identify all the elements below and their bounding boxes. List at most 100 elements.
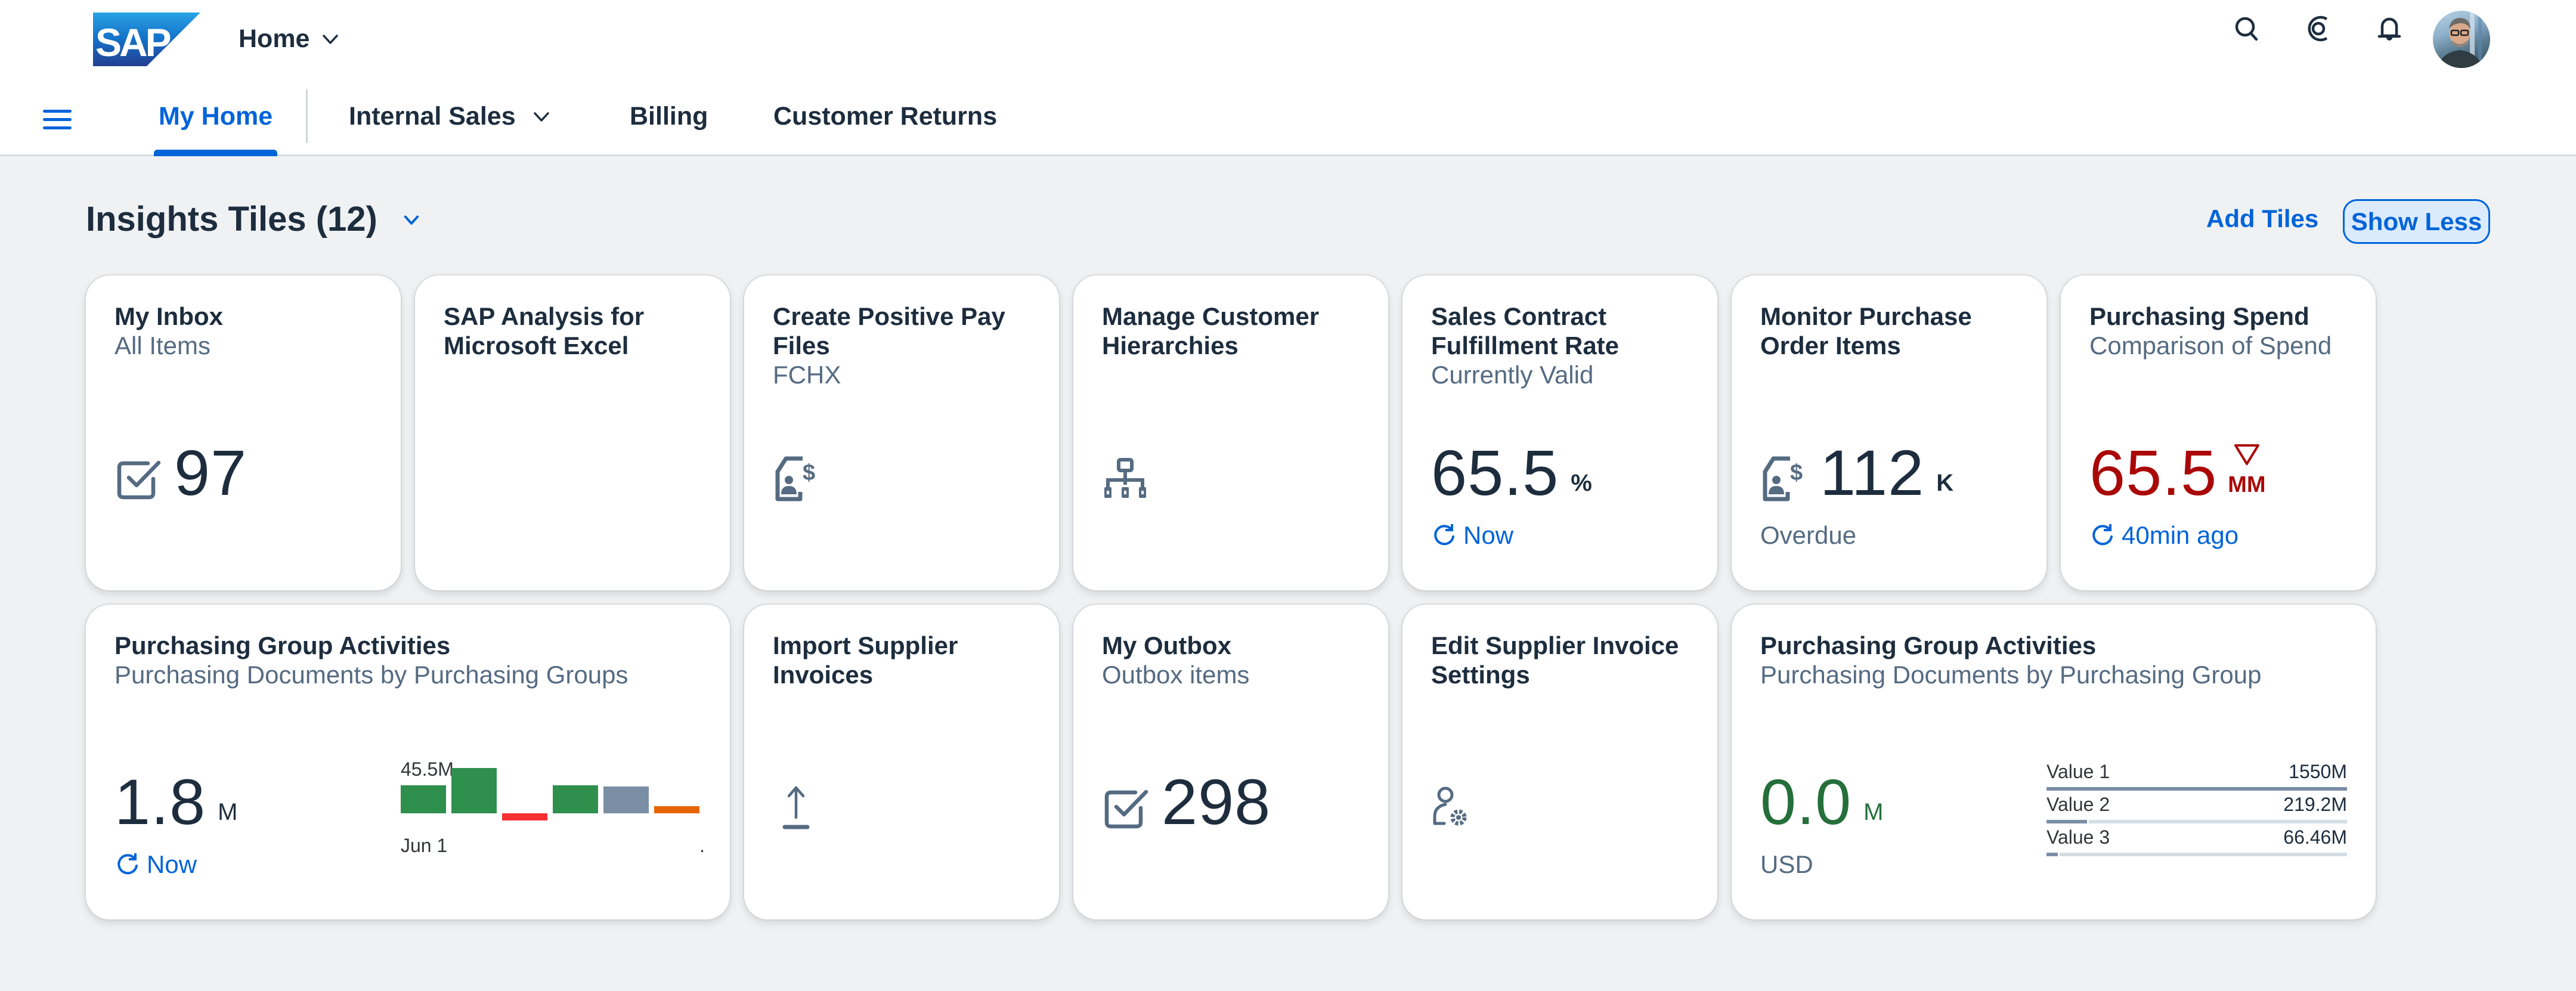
chevron-down-icon (323, 35, 339, 44)
tile-title: Purchasing Group Activities Purchasing D… (114, 631, 706, 689)
tile-kpi-value: 1.8 (114, 766, 206, 838)
tile-purchasing-group-activities-comparison[interactable]: Purchasing Group Activities Purchasing D… (1732, 605, 2376, 919)
tab-billing[interactable]: Billing (630, 95, 708, 137)
tile-title: Import Supplier Invoices (773, 631, 1035, 689)
tile-refresh[interactable]: Now (114, 850, 197, 879)
tile-content: 1.8 M (114, 769, 237, 834)
tile-title: Monitor Purchase Order Items (1760, 302, 2023, 360)
tile-subtitle: All Items (114, 332, 211, 360)
tile-import-supplier-invoices[interactable]: Import Supplier Invoices (744, 605, 1059, 919)
customer-payment-icon: $ (775, 456, 815, 501)
tile-footer-text: USD (1760, 850, 1813, 878)
tile-content (1431, 769, 1491, 834)
collapse-section-chevron-icon[interactable] (401, 209, 422, 230)
home-menu-label: Home (239, 24, 310, 53)
tile-title: My Outbox Outbox items (1102, 631, 1364, 689)
tile-my-outbox[interactable]: My Outbox Outbox items 298 (1073, 605, 1388, 919)
tile-kpi-value: 298 (1162, 766, 1271, 838)
section-header: Insights Tiles (12) (86, 199, 422, 239)
tile-title-text: Edit Supplier Invoice Settings (1431, 631, 1679, 689)
joule-icon (2308, 16, 2328, 42)
tile-content (773, 769, 832, 834)
tile-title-text: Purchasing Spend (2089, 302, 2309, 330)
user-settings-icon (1433, 786, 1467, 826)
tab-my-home[interactable]: My Home (159, 95, 273, 137)
navigation-menu-button[interactable] (39, 103, 75, 136)
tile-edit-supplier-invoice-settings[interactable]: Edit Supplier Invoice Settings (1402, 605, 1717, 919)
bell-icon (2377, 17, 2401, 41)
tile-purchasing-group-activities-chart[interactable]: Purchasing Group Activities Purchasing D… (86, 605, 730, 919)
tile-kpi-unit: M (218, 799, 238, 825)
show-less-button[interactable]: Show Less (2343, 199, 2490, 244)
chart-start-label: Jun 1 (401, 835, 448, 856)
comparison-micro-chart: Value 1 1550M Value 2 219.2M Value 3 66.… (2046, 761, 2347, 859)
chart-bar (451, 768, 497, 813)
sap-logo[interactable]: SAP (93, 13, 200, 66)
comparison-track (2046, 853, 2347, 856)
tile-sales-contract-fulfillment[interactable]: Sales Contract Fulfillment Rate Currentl… (1402, 275, 1717, 590)
search-button[interactable] (2229, 11, 2265, 47)
svg-text:$: $ (1790, 460, 1803, 485)
comparison-label: Value 2 (2046, 794, 2110, 815)
tile-title: Sales Contract Fulfillment Rate Currentl… (1431, 302, 1693, 389)
tile-footer-text: Overdue (1760, 521, 1857, 549)
comparison-bar (2046, 853, 2060, 856)
notifications-button[interactable] (2371, 11, 2407, 47)
tile-subtitle: Currently Valid (1431, 361, 1594, 389)
comparison-track (2046, 820, 2347, 823)
tile-content: 65.5 % (1431, 439, 1592, 505)
tile-title: Manage Customer Hierarchies (1102, 302, 1364, 360)
user-avatar[interactable] (2433, 11, 2490, 68)
tile-title-text: Manage Customer Hierarchies (1102, 302, 1320, 360)
tile-subtitle: Purchasing Documents by Purchasing Group… (114, 661, 628, 689)
tab-label: Customer Returns (773, 101, 998, 131)
tile-footer-text: Now (1463, 521, 1514, 549)
tile-content: 65.5 MM (2089, 439, 2266, 505)
tile-title-text: My Outbox (1102, 631, 1231, 659)
tile-sap-analysis-excel[interactable]: SAP Analysis for Microsoft Excel (415, 275, 730, 590)
tile-footer: Overdue (1760, 521, 1856, 550)
column-micro-chart: 45.5M Jun 1 . (401, 758, 705, 860)
tab-customer-returns[interactable]: Customer Returns (773, 95, 997, 137)
tile-content: $ 112 K (1760, 439, 1953, 505)
tile-kpi-unit: K (1936, 470, 1954, 496)
tile-kpi-value: 65.5 (1431, 436, 1559, 509)
comparison-bar (2046, 820, 2089, 823)
comparison-value: 1550M (2289, 761, 2347, 782)
hamburger-line (43, 117, 72, 121)
tile-title-text: Sales Contract Fulfillment Rate (1431, 302, 1620, 360)
tile-refresh[interactable]: Now (1431, 521, 1513, 550)
tile-my-inbox[interactable]: My Inbox All Items 97 (86, 275, 401, 590)
tile-kpi-unit: MM (2228, 472, 2266, 497)
tile-kpi-value: 97 (174, 436, 247, 509)
chevron-down-icon (533, 112, 549, 122)
tile-subtitle: FCHX (773, 361, 841, 389)
tile-subtitle: Purchasing Documents by Purchasing Group (1760, 661, 2262, 689)
tab-label: My Home (159, 101, 273, 131)
tile-title: Edit Supplier Invoice Settings (1431, 631, 1693, 689)
tab-label: Billing (630, 101, 708, 131)
tile-title: Purchasing Group Activities Purchasing D… (1760, 631, 2352, 689)
joule-button[interactable] (2301, 11, 2336, 47)
section-title: Insights Tiles (12) (86, 200, 377, 239)
tab-internal-sales[interactable]: Internal Sales (349, 95, 550, 137)
upload-icon (782, 786, 810, 829)
tile-title-text: Purchasing Group Activities (1760, 631, 2097, 659)
tile-create-positive-pay-files[interactable]: Create Positive Pay Files FCHX $ (744, 275, 1059, 590)
comparison-label: Value 3 (2046, 826, 2110, 848)
shell-bar: SAP Home My Home Internal Sales Billing … (0, 0, 2576, 156)
chart-max-label: 45.5M (401, 758, 454, 780)
hamburger-line (43, 126, 72, 129)
tile-refresh[interactable]: 40min ago (2089, 521, 2238, 550)
tile-monitor-purchase-order-items[interactable]: Monitor Purchase Order Items $ 112 K Ove… (1732, 275, 2046, 590)
tile-title-text: Create Positive Pay Files (773, 302, 1005, 360)
chart-bar (654, 806, 699, 813)
tile-purchasing-spend[interactable]: Purchasing Spend Comparison of Spend 65.… (2061, 275, 2376, 590)
tile-content: 97 (114, 439, 247, 505)
tab-divider (306, 89, 308, 143)
tile-manage-customer-hierarchies[interactable]: Manage Customer Hierarchies (1073, 275, 1388, 590)
svg-text:$: $ (803, 460, 815, 485)
add-tiles-button[interactable]: Add Tiles (2206, 205, 2318, 233)
home-menu-button[interactable]: Home (239, 18, 339, 60)
tile-content: 298 (1102, 769, 1271, 834)
